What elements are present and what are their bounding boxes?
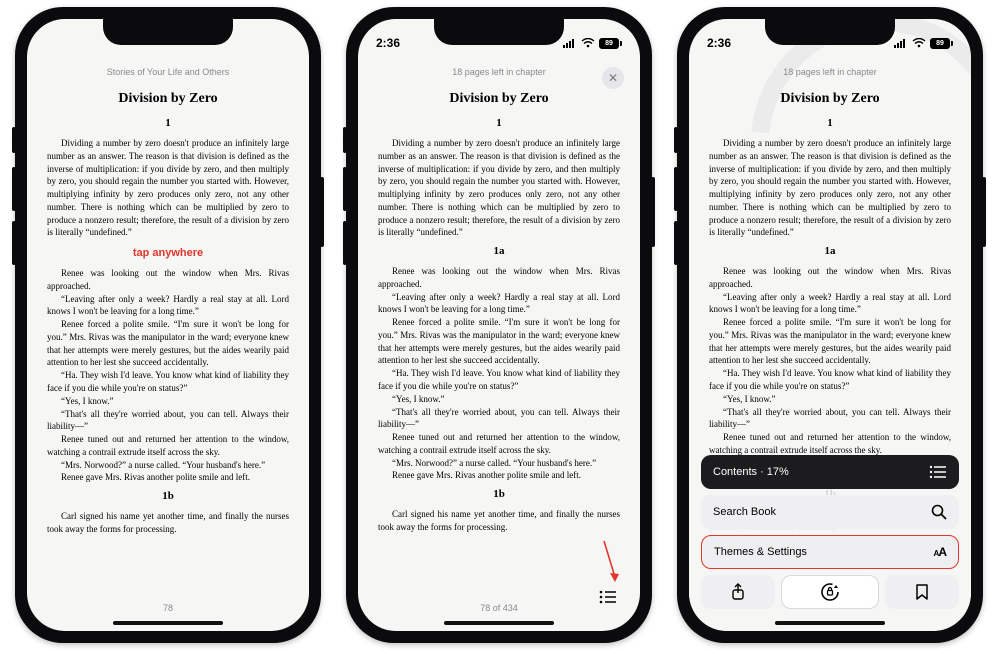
bookmark-icon xyxy=(915,583,929,601)
bottom-button-bar xyxy=(701,575,959,609)
section-1b: 1b xyxy=(378,488,620,500)
section-1: 1 xyxy=(378,117,620,129)
body-paragraph: “Leaving after only a week? Hardly a rea… xyxy=(709,291,951,317)
section-1: 1 xyxy=(47,117,289,129)
body-paragraph: Renee was looking out the window when Mr… xyxy=(47,267,289,293)
body-paragraph: Carl signed his name yet another time, a… xyxy=(47,510,289,536)
body-paragraph: “That's all they're worried about, you c… xyxy=(47,408,289,434)
list-icon xyxy=(929,465,947,479)
body-paragraph: “Yes, I know.” xyxy=(378,393,620,406)
contents-menu-item[interactable]: Contents · 17% xyxy=(701,455,959,489)
cellular-icon xyxy=(563,38,577,48)
body-paragraph: Renee tuned out and returned her attenti… xyxy=(709,431,951,457)
body-paragraph: Renee gave Mrs. Rivas another polite smi… xyxy=(47,471,289,484)
body-paragraph: Renee was looking out the window when Mr… xyxy=(709,265,951,291)
chapter-title: Division by Zero xyxy=(47,91,289,107)
body-paragraph: Renee tuned out and returned her attenti… xyxy=(378,431,620,457)
book-title-header: Stories of Your Life and Others xyxy=(47,67,289,79)
phone-frame-1: Stories of Your Life and Others Division… xyxy=(15,7,321,643)
section-1b: 1b xyxy=(47,490,289,502)
phone-frame-3: 2:36 89 18 pages left in chapter Divisio… xyxy=(677,7,983,643)
section-1a: 1a xyxy=(709,245,951,257)
body-paragraph: Dividing a number by zero doesn't produc… xyxy=(378,137,620,239)
themes-settings-menu-item[interactable]: Themes & Settings AA xyxy=(701,535,959,569)
menu-list-icon xyxy=(596,585,620,609)
section-1: 1 xyxy=(709,117,951,129)
body-paragraph: Renee tuned out and returned her attenti… xyxy=(47,433,289,459)
bookmark-button[interactable] xyxy=(885,575,959,609)
search-book-menu-item[interactable]: Search Book xyxy=(701,495,959,529)
body-paragraph: Renee forced a polite smile. “I'm sure i… xyxy=(47,318,289,369)
body-paragraph: Renee forced a polite smile. “I'm sure i… xyxy=(378,316,620,367)
pages-left-header: 18 pages left in chapter xyxy=(378,67,620,79)
body-paragraph: “Ha. They wish I'd leave. You know what … xyxy=(378,367,620,393)
body-paragraph: “Yes, I know.” xyxy=(47,395,289,408)
orientation-lock-icon xyxy=(819,581,841,603)
page-number: 78 xyxy=(27,603,309,613)
orientation-lock-button[interactable] xyxy=(781,575,879,609)
tap-anywhere-callout: tap anywhere xyxy=(47,247,289,259)
close-icon: ✕ xyxy=(608,71,618,85)
body-paragraph: “That's all they're worried about, you c… xyxy=(378,406,620,432)
chapter-title: Division by Zero xyxy=(378,91,620,107)
home-indicator[interactable] xyxy=(775,621,885,625)
share-button[interactable] xyxy=(701,575,775,609)
battery-icon: 89 xyxy=(930,38,953,49)
home-indicator[interactable] xyxy=(113,621,223,625)
search-icon xyxy=(931,504,947,520)
status-time: 2:36 xyxy=(376,36,400,50)
body-paragraph: Renee was looking out the window when Mr… xyxy=(378,265,620,291)
body-paragraph: “Ha. They wish I'd leave. You know what … xyxy=(47,369,289,395)
phone-frame-2: 2:36 89 18 pages left in chapter Divisio… xyxy=(346,7,652,643)
reader-view[interactable]: Stories of Your Life and Others Division… xyxy=(27,19,309,631)
chapter-title: Division by Zero xyxy=(709,91,951,107)
body-paragraph: Renee gave Mrs. Rivas another polite smi… xyxy=(378,469,620,482)
status-time: 2:36 xyxy=(707,36,731,50)
body-paragraph: Dividing a number by zero doesn't produc… xyxy=(47,137,289,239)
three-phone-stage: Stories of Your Life and Others Division… xyxy=(0,0,998,650)
themes-label: Themes & Settings xyxy=(714,546,807,558)
cellular-icon xyxy=(894,38,908,48)
arrow-annotation xyxy=(598,539,620,583)
body-paragraph: “That's all they're worried about, you c… xyxy=(709,406,951,432)
body-paragraph: Carl signed his name yet another time, a… xyxy=(378,508,620,534)
body-paragraph: “Ha. They wish I'd leave. You know what … xyxy=(709,367,951,393)
pages-left-header: 18 pages left in chapter xyxy=(709,67,951,79)
body-paragraph: “Mrs. Norwood?” a nurse called. “Your hu… xyxy=(47,459,289,472)
body-paragraph: Renee forced a polite smile. “I'm sure i… xyxy=(709,316,951,367)
home-indicator[interactable] xyxy=(444,621,554,625)
contents-label: Contents · 17% xyxy=(713,466,789,478)
share-icon xyxy=(730,583,746,601)
reading-menu-button[interactable] xyxy=(596,585,620,609)
body-paragraph: Dividing a number by zero doesn't produc… xyxy=(709,137,951,239)
body-paragraph: “Yes, I know.” xyxy=(709,393,951,406)
section-1a: 1a xyxy=(378,245,620,257)
search-label: Search Book xyxy=(713,506,776,518)
body-paragraph: “Mrs. Norwood?” a nurse called. “Your hu… xyxy=(378,457,620,470)
body-paragraph: “Leaving after only a week? Hardly a rea… xyxy=(47,293,289,319)
body-paragraph: “Leaving after only a week? Hardly a rea… xyxy=(378,291,620,317)
screen-2[interactable]: 2:36 89 18 pages left in chapter Divisio… xyxy=(358,19,640,631)
font-size-icon: AA xyxy=(934,545,946,559)
screen-1[interactable]: Stories of Your Life and Others Division… xyxy=(27,19,309,631)
battery-icon: 89 xyxy=(599,38,622,49)
reading-menu-overlay: Contents · 17% Search Book Themes & Sett… xyxy=(689,455,971,631)
wifi-icon xyxy=(912,38,926,48)
close-button[interactable]: ✕ xyxy=(602,67,624,89)
screen-3[interactable]: 2:36 89 18 pages left in chapter Divisio… xyxy=(689,19,971,631)
wifi-icon xyxy=(581,38,595,48)
